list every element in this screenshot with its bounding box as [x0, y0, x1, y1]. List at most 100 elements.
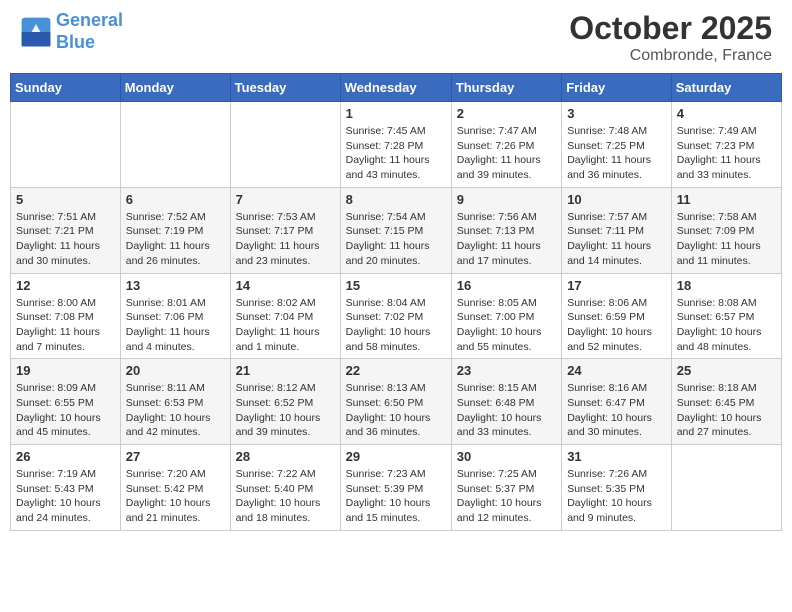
week-row-3: 12Sunrise: 8:00 AM Sunset: 7:08 PM Dayli…: [11, 273, 782, 359]
day-cell: 24 Sunrise: 8:16 AM Sunset: 6:47 PM Dayli…: [562, 359, 672, 445]
day-number: 7: [236, 192, 335, 207]
day-cell: 26Sunrise: 7:19 AM Sunset: 5:43 PM Dayli…: [11, 445, 121, 531]
day-info: Sunrise: 8:16 AM Sunset: 6:47 PM Dayligh…: [567, 381, 666, 440]
day-number: 4: [677, 106, 776, 121]
day-cell: 9 Sunrise: 7:56 AM Sunset: 7:13 PM Daylig…: [451, 187, 561, 273]
day-info: Sunrise: 8:18 AM Sunset: 6:45 PM Dayligh…: [677, 381, 776, 440]
day-cell: 21 Sunrise: 8:12 AM Sunset: 6:52 PM Dayli…: [230, 359, 340, 445]
day-number: 6: [126, 192, 225, 207]
day-number: 16: [457, 278, 556, 293]
weekday-thursday: Thursday: [451, 74, 561, 102]
weekday-tuesday: Tuesday: [230, 74, 340, 102]
day-cell: 29 Sunrise: 7:23 AM Sunset: 5:39 PM Dayli…: [340, 445, 451, 531]
month-title: October 2025: [569, 10, 772, 47]
day-info: Sunrise: 8:01 AM Sunset: 7:06 PM Dayligh…: [126, 296, 225, 355]
day-number: 22: [346, 363, 446, 378]
day-info: Sunrise: 7:23 AM Sunset: 5:39 PM Dayligh…: [346, 467, 446, 526]
day-cell: 28Sunrise: 7:22 AM Sunset: 5:40 PM Dayli…: [230, 445, 340, 531]
day-number: 20: [126, 363, 225, 378]
calendar-table: SundayMondayTuesdayWednesdayThursdayFrid…: [10, 73, 782, 531]
day-number: 29: [346, 449, 446, 464]
day-cell: 10Sunrise: 7:57 AM Sunset: 7:11 PM Dayli…: [562, 187, 672, 273]
day-number: 30: [457, 449, 556, 464]
day-info: Sunrise: 8:02 AM Sunset: 7:04 PM Dayligh…: [236, 296, 335, 355]
day-number: 21: [236, 363, 335, 378]
day-cell: 12Sunrise: 8:00 AM Sunset: 7:08 PM Dayli…: [11, 273, 121, 359]
day-number: 23: [457, 363, 556, 378]
day-cell: 5 Sunrise: 7:51 AM Sunset: 7:21 PM Daylig…: [11, 187, 121, 273]
day-cell: 17 Sunrise: 8:06 AM Sunset: 6:59 PM Dayli…: [562, 273, 672, 359]
week-row-1: 1 Sunrise: 7:45 AM Sunset: 7:28 PM Daylig…: [11, 102, 782, 188]
week-row-5: 26Sunrise: 7:19 AM Sunset: 5:43 PM Dayli…: [11, 445, 782, 531]
logo: General Blue: [20, 10, 123, 53]
day-number: 9: [457, 192, 556, 207]
day-info: Sunrise: 7:26 AM Sunset: 5:35 PM Dayligh…: [567, 467, 666, 526]
weekday-monday: Monday: [120, 74, 230, 102]
day-cell: 14 Sunrise: 8:02 AM Sunset: 7:04 PM Dayli…: [230, 273, 340, 359]
day-number: 27: [126, 449, 225, 464]
day-info: Sunrise: 8:09 AM Sunset: 6:55 PM Dayligh…: [16, 381, 115, 440]
day-info: Sunrise: 7:49 AM Sunset: 7:23 PM Dayligh…: [677, 124, 776, 183]
weekday-saturday: Saturday: [671, 74, 781, 102]
day-cell: 1 Sunrise: 7:45 AM Sunset: 7:28 PM Daylig…: [340, 102, 451, 188]
day-cell: 22 Sunrise: 8:13 AM Sunset: 6:50 PM Dayli…: [340, 359, 451, 445]
day-info: Sunrise: 7:51 AM Sunset: 7:21 PM Dayligh…: [16, 210, 115, 269]
day-cell: 30 Sunrise: 7:25 AM Sunset: 5:37 PM Dayli…: [451, 445, 561, 531]
day-info: Sunrise: 8:15 AM Sunset: 6:48 PM Dayligh…: [457, 381, 556, 440]
day-cell: [671, 445, 781, 531]
page-header: General Blue October 2025 Combronde, Fra…: [10, 10, 782, 65]
day-info: Sunrise: 7:25 AM Sunset: 5:37 PM Dayligh…: [457, 467, 556, 526]
day-info: Sunrise: 8:13 AM Sunset: 6:50 PM Dayligh…: [346, 381, 446, 440]
day-info: Sunrise: 7:19 AM Sunset: 5:43 PM Dayligh…: [16, 467, 115, 526]
weekday-sunday: Sunday: [11, 74, 121, 102]
day-number: 1: [346, 106, 446, 121]
day-cell: 13 Sunrise: 8:01 AM Sunset: 7:06 PM Dayli…: [120, 273, 230, 359]
day-cell: 19Sunrise: 8:09 AM Sunset: 6:55 PM Dayli…: [11, 359, 121, 445]
week-row-4: 19Sunrise: 8:09 AM Sunset: 6:55 PM Dayli…: [11, 359, 782, 445]
day-number: 28: [236, 449, 335, 464]
day-cell: [11, 102, 121, 188]
day-cell: 25 Sunrise: 8:18 AM Sunset: 6:45 PM Dayli…: [671, 359, 781, 445]
day-info: Sunrise: 7:20 AM Sunset: 5:42 PM Dayligh…: [126, 467, 225, 526]
day-cell: 18 Sunrise: 8:08 AM Sunset: 6:57 PM Dayli…: [671, 273, 781, 359]
day-info: Sunrise: 8:04 AM Sunset: 7:02 PM Dayligh…: [346, 296, 446, 355]
weekday-header-row: SundayMondayTuesdayWednesdayThursdayFrid…: [11, 74, 782, 102]
day-number: 17: [567, 278, 666, 293]
logo-line2: Blue: [56, 32, 95, 52]
day-info: Sunrise: 7:54 AM Sunset: 7:15 PM Dayligh…: [346, 210, 446, 269]
day-number: 5: [16, 192, 115, 207]
logo-text: General Blue: [56, 10, 123, 53]
day-number: 2: [457, 106, 556, 121]
day-number: 10: [567, 192, 666, 207]
weekday-wednesday: Wednesday: [340, 74, 451, 102]
logo-icon: [20, 16, 52, 48]
day-cell: 20 Sunrise: 8:11 AM Sunset: 6:53 PM Dayli…: [120, 359, 230, 445]
day-cell: 3Sunrise: 7:48 AM Sunset: 7:25 PM Daylig…: [562, 102, 672, 188]
day-number: 18: [677, 278, 776, 293]
day-number: 3: [567, 106, 666, 121]
day-cell: 6Sunrise: 7:52 AM Sunset: 7:19 PM Daylig…: [120, 187, 230, 273]
day-cell: 11Sunrise: 7:58 AM Sunset: 7:09 PM Dayli…: [671, 187, 781, 273]
day-info: Sunrise: 7:45 AM Sunset: 7:28 PM Dayligh…: [346, 124, 446, 183]
day-cell: 7 Sunrise: 7:53 AM Sunset: 7:17 PM Daylig…: [230, 187, 340, 273]
day-number: 24: [567, 363, 666, 378]
day-info: Sunrise: 8:06 AM Sunset: 6:59 PM Dayligh…: [567, 296, 666, 355]
day-number: 14: [236, 278, 335, 293]
day-cell: 2 Sunrise: 7:47 AM Sunset: 7:26 PM Daylig…: [451, 102, 561, 188]
day-number: 31: [567, 449, 666, 464]
day-number: 8: [346, 192, 446, 207]
day-cell: 23 Sunrise: 8:15 AM Sunset: 6:48 PM Dayli…: [451, 359, 561, 445]
title-area: October 2025 Combronde, France: [569, 10, 772, 65]
day-info: Sunrise: 8:12 AM Sunset: 6:52 PM Dayligh…: [236, 381, 335, 440]
day-number: 15: [346, 278, 446, 293]
day-cell: 15 Sunrise: 8:04 AM Sunset: 7:02 PM Dayli…: [340, 273, 451, 359]
day-info: Sunrise: 8:11 AM Sunset: 6:53 PM Dayligh…: [126, 381, 225, 440]
day-info: Sunrise: 7:47 AM Sunset: 7:26 PM Dayligh…: [457, 124, 556, 183]
day-cell: 27 Sunrise: 7:20 AM Sunset: 5:42 PM Dayli…: [120, 445, 230, 531]
day-info: Sunrise: 7:56 AM Sunset: 7:13 PM Dayligh…: [457, 210, 556, 269]
day-info: Sunrise: 8:08 AM Sunset: 6:57 PM Dayligh…: [677, 296, 776, 355]
weekday-friday: Friday: [562, 74, 672, 102]
day-info: Sunrise: 7:53 AM Sunset: 7:17 PM Dayligh…: [236, 210, 335, 269]
day-number: 25: [677, 363, 776, 378]
day-number: 13: [126, 278, 225, 293]
